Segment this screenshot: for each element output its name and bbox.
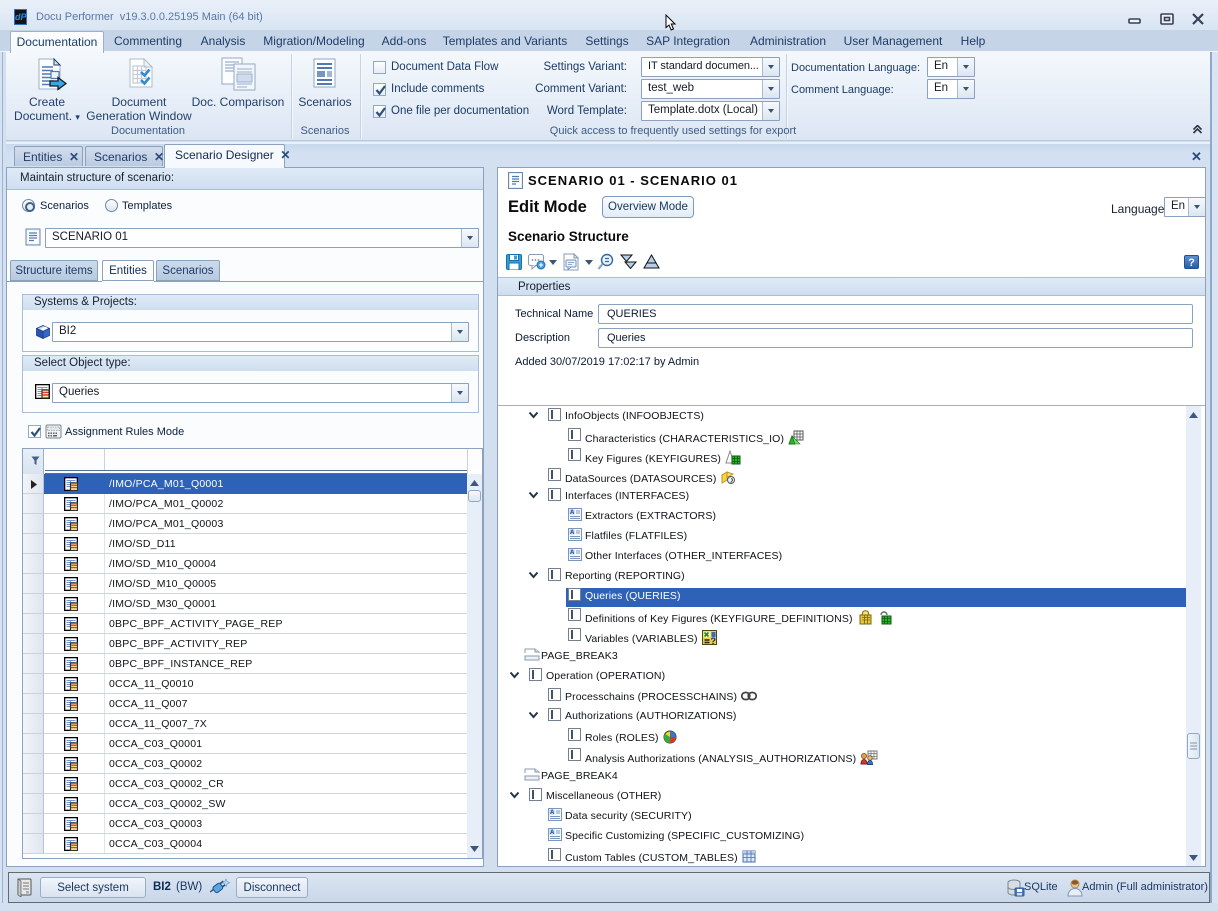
- svg-text:?: ?: [710, 636, 716, 645]
- svg-text:A: A: [570, 510, 575, 516]
- svg-text:A: A: [550, 810, 555, 816]
- svg-text:A: A: [550, 830, 555, 836]
- svg-text:dP: dP: [15, 12, 27, 22]
- svg-text:A: A: [570, 530, 575, 536]
- svg-text:A: A: [570, 550, 575, 556]
